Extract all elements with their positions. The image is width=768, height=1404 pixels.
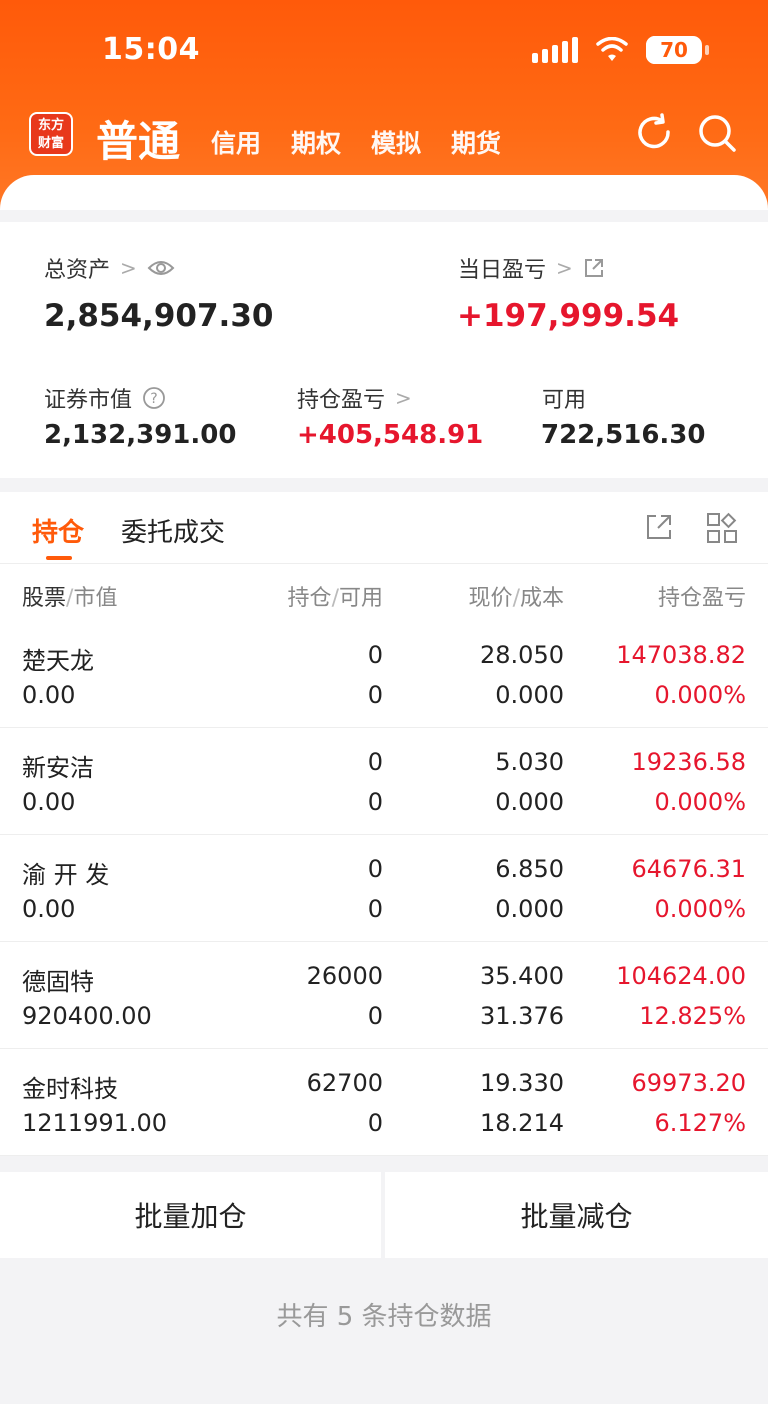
external-link-icon[interactable]	[644, 512, 674, 542]
tab-futures[interactable]: 期货	[451, 124, 501, 160]
tab-options[interactable]: 期权	[291, 124, 341, 160]
market-value: 0.00	[22, 681, 76, 709]
position-pnl-pct: 0.000%	[654, 681, 746, 709]
market-value: 920400.00	[22, 1002, 152, 1030]
total-assets-label: 总资产	[44, 258, 111, 283]
batch-reduce-button[interactable]: 批量减仓	[385, 1172, 768, 1258]
available-value: 722,516.30	[541, 420, 706, 450]
holding-pnl-value: +405,548.91	[297, 420, 484, 450]
divider	[0, 210, 768, 222]
svg-text:?: ?	[150, 391, 157, 407]
market-value-label-row: 证券市值 ?	[44, 382, 166, 414]
external-link-icon[interactable]	[583, 257, 605, 279]
position-pnl: 64676.31	[631, 855, 746, 883]
account-type-tabs: 信用 期权 模拟 期货	[211, 124, 501, 160]
refresh-icon[interactable]	[634, 112, 676, 154]
cost-price: 0.000	[495, 681, 564, 709]
holding-qty: 0	[367, 748, 383, 776]
table-row[interactable]: 楚天龙 0.00 0 0 28.050 0.000 147038.82 0.000%	[0, 621, 768, 728]
position-pnl-pct: 12.825%	[639, 1002, 746, 1030]
status-time: 15:04	[102, 32, 200, 67]
holding-pnl-label: 持仓盈亏	[297, 388, 386, 413]
market-value-label: 证券市值	[44, 388, 133, 413]
available-qty: 0	[367, 1002, 383, 1030]
eye-icon[interactable]	[147, 258, 175, 278]
market-value: 0.00	[22, 788, 76, 816]
stock-name: 金时科技	[22, 1075, 118, 1103]
daily-pnl-label: 当日盈亏	[458, 258, 547, 283]
current-price: 28.050	[480, 641, 564, 669]
market-value: 1211991.00	[22, 1109, 168, 1137]
position-pnl: 147038.82	[616, 641, 746, 669]
available-qty: 0	[367, 895, 383, 923]
current-price: 5.030	[495, 748, 564, 776]
holding-qty: 0	[367, 641, 383, 669]
cellular-signal-icon	[532, 37, 578, 63]
positions-panel: 持仓 委托成交 股票/市值 持仓/可用 现价/成本 持仓盈亏 楚天龙 0.00 0 0…	[0, 492, 768, 1156]
current-price: 6.850	[495, 855, 564, 883]
position-pnl: 69973.20	[631, 1069, 746, 1097]
cost-price: 0.000	[495, 895, 564, 923]
current-price: 35.400	[480, 962, 564, 990]
stock-name: 新安洁	[22, 754, 94, 782]
market-value: 2,132,391.00	[44, 420, 237, 450]
chevron-right-icon: >	[120, 256, 137, 280]
status-icons: 70	[532, 36, 709, 64]
available-label: 可用	[542, 388, 587, 413]
current-price: 19.330	[480, 1069, 564, 1097]
col-pnl-header: 持仓盈亏	[657, 586, 746, 611]
daily-pnl-value: +197,999.54	[457, 298, 680, 334]
header-card-edge	[0, 175, 768, 215]
tab-holdings[interactable]: 持仓	[32, 512, 84, 549]
available-qty: 0	[367, 681, 383, 709]
holding-qty: 62700	[306, 1069, 383, 1097]
market-value: 0.00	[22, 895, 76, 923]
table-row[interactable]: 德固特 920400.00 26000 0 35.400 31.376 104624.00 1…	[0, 942, 768, 1049]
account-summary: 总资产 > 2,854,907.30 当日盈亏 > +197,999.54 证券…	[0, 222, 768, 478]
cost-price: 31.376	[480, 1002, 564, 1030]
col-stock-header: 股票/市值	[22, 586, 118, 611]
total-assets-label-row[interactable]: 总资产 >	[44, 252, 175, 284]
total-assets-value: 2,854,907.30	[44, 298, 274, 334]
cost-price: 18.214	[480, 1109, 564, 1137]
col-price-header: 现价/成本	[468, 586, 564, 611]
battery-level: 70	[660, 38, 688, 62]
tab-normal[interactable]: 普通	[96, 108, 180, 169]
grid-icon[interactable]	[706, 512, 738, 544]
positions-tabs: 持仓 委托成交	[0, 492, 768, 564]
chevron-right-icon: >	[556, 256, 573, 280]
app-logo[interactable]: 东方财富	[29, 112, 73, 156]
positions-count-note: 共有 5 条持仓数据	[276, 1302, 492, 1332]
holding-qty: 0	[367, 855, 383, 883]
battery-icon: 70	[646, 36, 709, 64]
table-row[interactable]: 新安洁 0.00 0 0 5.030 0.000 19236.58 0.000%	[0, 728, 768, 835]
active-tab-indicator	[46, 556, 72, 560]
col-holding-header: 持仓/可用	[287, 586, 383, 611]
chevron-right-icon: >	[395, 386, 412, 410]
tab-simulated[interactable]: 模拟	[371, 124, 421, 160]
table-row[interactable]: 渝 开 发 0.00 0 0 6.850 0.000 64676.31 0.000%	[0, 835, 768, 942]
tab-credit[interactable]: 信用	[211, 124, 261, 160]
batch-add-button[interactable]: 批量加仓	[0, 1172, 381, 1258]
table-row[interactable]: 金时科技 1211991.00 62700 0 19.330 18.214 69973.20…	[0, 1049, 768, 1156]
available-qty: 0	[367, 788, 383, 816]
position-pnl: 104624.00	[616, 962, 746, 990]
tab-orders-trades[interactable]: 委托成交	[121, 512, 225, 549]
wifi-icon	[596, 37, 628, 61]
available-qty: 0	[367, 1109, 383, 1137]
daily-pnl-label-row[interactable]: 当日盈亏 >	[458, 252, 605, 284]
position-pnl-pct: 0.000%	[654, 895, 746, 923]
position-pnl-pct: 6.127%	[654, 1109, 746, 1137]
holding-qty: 26000	[306, 962, 383, 990]
stock-name: 楚天龙	[22, 647, 94, 675]
cost-price: 0.000	[495, 788, 564, 816]
stock-name: 德固特	[22, 968, 94, 996]
search-icon[interactable]	[696, 112, 738, 154]
help-icon[interactable]: ?	[142, 386, 166, 410]
position-pnl: 19236.58	[631, 748, 746, 776]
holding-pnl-label-row[interactable]: 持仓盈亏 >	[297, 382, 412, 414]
stock-name: 渝 开 发	[22, 861, 110, 889]
app-logo-text: 东方财富	[37, 118, 64, 151]
position-pnl-pct: 0.000%	[654, 788, 746, 816]
